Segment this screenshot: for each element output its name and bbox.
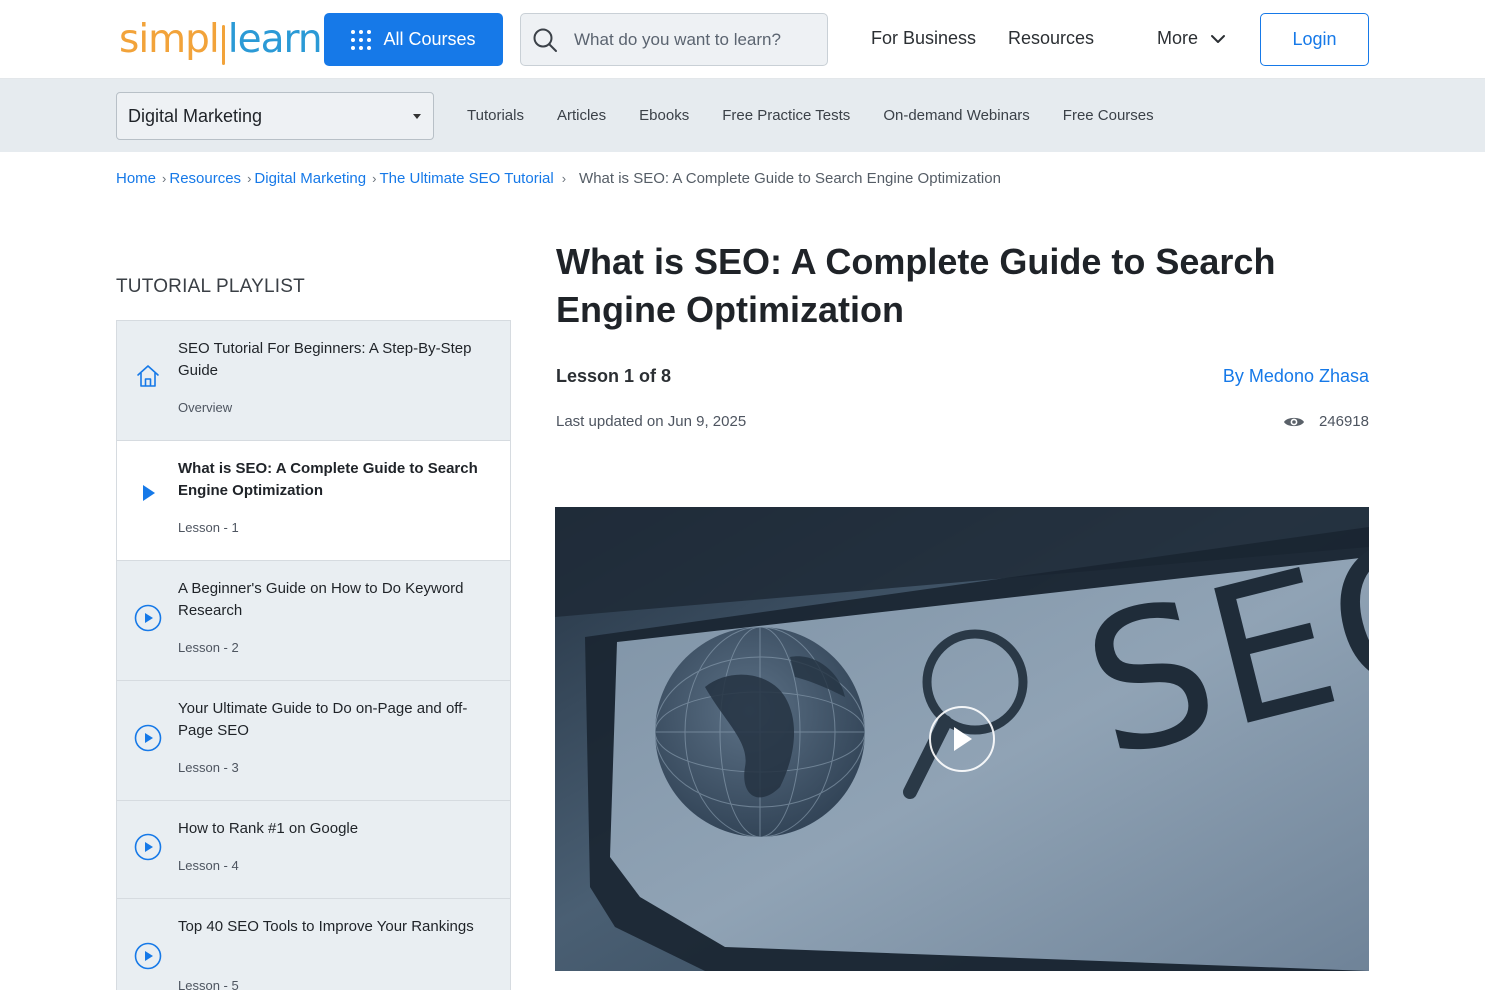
play-button[interactable]	[929, 706, 995, 772]
playlist-item-title: Top 40 SEO Tools to Improve Your Ranking…	[178, 918, 474, 935]
playlist-item-sub: Overview	[178, 400, 233, 415]
sub-nav-articles[interactable]: Articles	[557, 107, 606, 124]
search-input[interactable]	[574, 29, 814, 50]
logo-bar	[221, 25, 225, 65]
breadcrumb-chevron-icon: ›	[162, 171, 167, 186]
breadcrumb: Home › Resources › Digital Marketing › T…	[116, 170, 1001, 187]
play-icon	[954, 727, 972, 751]
breadcrumb-seo-tutorial[interactable]: The Ultimate SEO Tutorial	[379, 170, 553, 187]
grid-dots-icon	[351, 29, 372, 50]
breadcrumb-chevron-icon: ›	[372, 171, 377, 186]
video-player[interactable]: SEO	[555, 507, 1369, 971]
sub-nav-ebooks[interactable]: Ebooks	[639, 107, 689, 124]
playlist-item-sub: Lesson - 5	[178, 978, 239, 990]
logo-text-part2: learn	[227, 16, 323, 62]
sub-nav-free-practice-tests[interactable]: Free Practice Tests	[722, 107, 850, 124]
all-courses-label: All Courses	[383, 29, 476, 49]
view-count: 246918	[1283, 413, 1369, 430]
search-box[interactable]	[520, 13, 828, 66]
playlist-item-title: Your Ultimate Guide to Do on-Page and of…	[178, 700, 468, 739]
breadcrumb-chevron-icon: ›	[561, 171, 567, 186]
sub-nav-free-courses[interactable]: Free Courses	[1063, 107, 1154, 124]
playlist-item-title: SEO Tutorial For Beginners: A Step-By-St…	[178, 340, 472, 379]
for-business-link[interactable]: For Business	[871, 28, 976, 49]
play-circle-icon	[134, 724, 162, 752]
more-label: More	[1157, 28, 1199, 48]
sub-navigation: Digital Marketing Tutorials Articles Ebo…	[0, 79, 1485, 152]
home-icon	[134, 362, 162, 390]
caret-down-icon	[413, 113, 421, 119]
play-arrow-icon	[134, 479, 162, 507]
chevron-down-icon	[1211, 34, 1226, 43]
logo-text-part1: simpl	[119, 16, 220, 62]
search-icon	[533, 28, 557, 52]
breadcrumb-current: What is SEO: A Complete Guide to Search …	[579, 170, 1001, 187]
play-circle-icon	[134, 942, 162, 970]
more-dropdown[interactable]: More	[1157, 28, 1226, 49]
play-circle-icon	[134, 833, 162, 861]
breadcrumb-home[interactable]: Home	[116, 170, 156, 187]
playlist-item-title: A Beginner's Guide on How to Do Keyword …	[178, 580, 464, 619]
login-button[interactable]: Login	[1260, 13, 1369, 66]
playlist-item-sub: Lesson - 4	[178, 858, 239, 873]
category-select-value: Digital Marketing	[128, 105, 263, 126]
playlist-item[interactable]: Top 40 SEO Tools to Improve Your Ranking…	[117, 899, 510, 990]
playlist-item[interactable]: Your Ultimate Guide to Do on-Page and of…	[117, 681, 510, 801]
resources-link[interactable]: Resources	[1008, 28, 1094, 49]
playlist-item-sub: Lesson - 1	[178, 520, 239, 535]
article-title: What is SEO: A Complete Guide to Search …	[556, 241, 1276, 330]
tutorial-playlist: SEO Tutorial For Beginners: A Step-By-St…	[116, 320, 511, 990]
playlist-item[interactable]: How to Rank #1 on Google Lesson - 4	[117, 801, 510, 899]
sub-nav-tutorials[interactable]: Tutorials	[467, 107, 524, 124]
top-header: simpllearn All Courses For Business Reso…	[0, 0, 1485, 79]
play-circle-icon	[134, 604, 162, 632]
eye-icon	[1283, 417, 1304, 426]
playlist-item-active[interactable]: What is SEO: A Complete Guide to Search …	[117, 441, 510, 561]
category-select[interactable]: Digital Marketing	[116, 92, 434, 140]
playlist-item-title: How to Rank #1 on Google	[178, 820, 359, 837]
sub-nav-links: Tutorials Articles Ebooks Free Practice …	[467, 107, 1154, 124]
sub-nav-on-demand-webinars[interactable]: On-demand Webinars	[883, 107, 1029, 124]
lesson-count: Lesson 1 of 8	[556, 366, 672, 386]
breadcrumb-chevron-icon: ›	[247, 171, 252, 186]
playlist-item-sub: Lesson - 2	[178, 640, 239, 655]
playlist-item[interactable]: SEO Tutorial For Beginners: A Step-By-St…	[117, 321, 510, 441]
playlist-item-title: What is SEO: A Complete Guide to Search …	[178, 460, 478, 499]
breadcrumb-resources[interactable]: Resources	[169, 170, 241, 187]
playlist-item[interactable]: A Beginner's Guide on How to Do Keyword …	[117, 561, 510, 681]
playlist-heading: TUTORIAL PLAYLIST	[116, 276, 305, 297]
all-courses-button[interactable]: All Courses	[324, 13, 503, 66]
author-link[interactable]: By Medono Zhasa	[1223, 366, 1369, 387]
playlist-item-sub: Lesson - 3	[178, 760, 239, 775]
last-updated: Last updated on Jun 9, 2025	[556, 413, 747, 430]
simplilearn-logo[interactable]: simpl learn	[119, 14, 323, 65]
breadcrumb-digital-marketing[interactable]: Digital Marketing	[254, 170, 366, 187]
view-count-value: 246918	[1318, 413, 1369, 430]
